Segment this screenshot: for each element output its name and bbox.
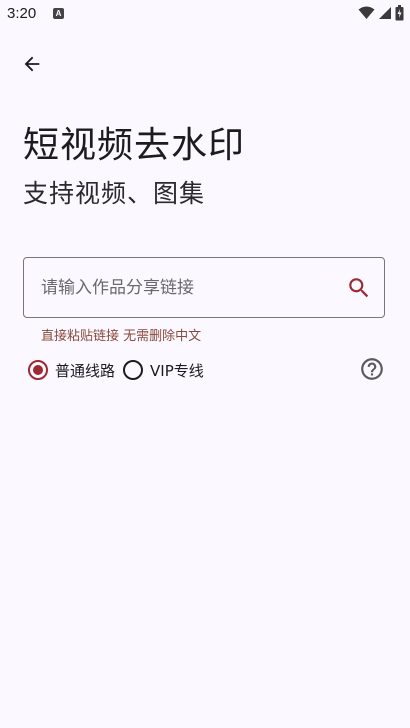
radio-selected-icon	[28, 360, 48, 380]
route-selector: 普通线路 VIP专线	[28, 356, 204, 384]
wifi-icon	[358, 6, 375, 19]
page-subtitle: 支持视频、图集	[23, 179, 206, 208]
link-input-field[interactable]	[23, 257, 385, 318]
radio-normal-route[interactable]: 普通线路	[28, 360, 115, 381]
link-input[interactable]	[41, 258, 331, 317]
status-time: 3:20	[7, 5, 37, 22]
page-title: 短视频去水印	[23, 125, 246, 166]
radio-vip-route[interactable]: VIP专线	[123, 360, 204, 381]
app-notification-icon: A	[53, 8, 64, 19]
radio-unselected-icon	[123, 360, 144, 380]
arrow-back-icon	[24, 56, 40, 72]
radio-label-normal: 普通线路	[55, 361, 116, 380]
battery-icon	[395, 5, 404, 21]
input-hint: 直接粘贴链接 无需删除中文	[41, 329, 202, 344]
search-icon[interactable]	[346, 275, 372, 301]
help-circle-icon[interactable]	[359, 356, 385, 382]
radio-label-vip: VIP专线	[150, 361, 204, 380]
status-bar: 3:20 A	[0, 0, 410, 30]
back-button[interactable]	[14, 46, 50, 82]
signal-icon	[379, 7, 391, 19]
status-icons	[358, 5, 404, 21]
